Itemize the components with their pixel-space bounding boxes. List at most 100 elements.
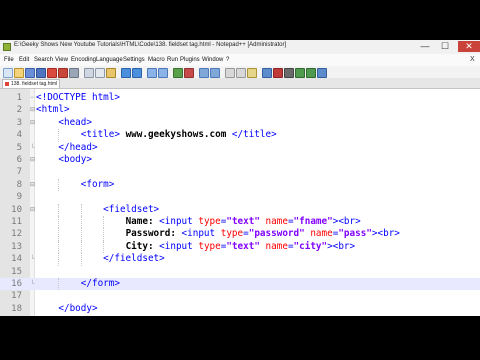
record-macro-icon[interactable]: [273, 68, 283, 78]
code-line[interactable]: 16 └ </form>: [0, 278, 480, 291]
title-bar[interactable]: E:\Geeky Shows New Youtube Tutorials\HTM…: [0, 40, 480, 54]
stop-macro-icon[interactable]: [284, 68, 294, 78]
code-line[interactable]: 7: [0, 166, 480, 178]
code-line[interactable]: 3 ⊟ <head>: [0, 117, 480, 129]
menu-language[interactable]: Language: [96, 57, 123, 63]
code-line[interactable]: 1− <!DOCTYPE html>: [0, 92, 480, 104]
cut-icon[interactable]: [84, 68, 94, 78]
menu-bar: File Edit Search View Encoding Language …: [0, 54, 480, 66]
notepad-window: E:\Geeky Shows New Youtube Tutorials\HTM…: [0, 40, 480, 316]
menu-file[interactable]: File: [4, 57, 14, 63]
save-icon[interactable]: [25, 68, 35, 78]
fold-toggle-icon[interactable]: ⊟: [30, 179, 35, 191]
text-token: www.geekyshows.com: [119, 129, 232, 141]
html-tag-token: </head>: [58, 141, 98, 153]
fold-toggle-icon[interactable]: ⊟: [30, 104, 35, 116]
code-line[interactable]: 18 </body>: [0, 303, 480, 315]
code-line[interactable]: 9: [0, 191, 480, 203]
html-tag-token: </title>: [231, 129, 277, 141]
menu-macro[interactable]: Macro: [148, 57, 165, 63]
code-line[interactable]: 14 └ </fieldset>: [0, 253, 480, 266]
redo-icon[interactable]: [132, 68, 142, 78]
attribute-value-token: "text": [226, 240, 260, 252]
attribute-token: name: [265, 240, 288, 252]
fold-toggle-icon[interactable]: ⊟: [30, 204, 35, 216]
fold-end-icon: └: [30, 256, 35, 263]
code-line[interactable]: 12 Password: <input type="password" name…: [0, 228, 480, 241]
fold-toggle-icon[interactable]: ⊟: [30, 154, 35, 166]
menu-settings[interactable]: Settings: [123, 57, 145, 63]
sync-horizontal-icon[interactable]: [210, 68, 220, 78]
zoom-in-icon[interactable]: [173, 68, 183, 78]
menu-search[interactable]: Search: [34, 57, 53, 63]
menu-encoding[interactable]: Encoding: [71, 57, 96, 63]
code-text: <form>: [36, 179, 115, 191]
code-editor[interactable]: 1− <!DOCTYPE html> 2 ⊟ <html> 3 ⊟ <head> 4 <tit…: [0, 89, 480, 316]
run-macro-multiple-icon[interactable]: [306, 68, 316, 78]
attribute-value-token: "city": [293, 240, 328, 252]
save-macro-icon[interactable]: [317, 68, 327, 78]
indentation: [36, 204, 103, 215]
save-all-icon[interactable]: [36, 68, 46, 78]
menu-window[interactable]: Window: [202, 57, 223, 63]
code-line[interactable]: 15: [0, 266, 480, 278]
tab-138-fieldset[interactable]: 138. fieldset tag.html: [2, 79, 60, 88]
line-number: 11: [11, 217, 22, 227]
close-file-icon[interactable]: [47, 68, 57, 78]
show-all-chars-icon[interactable]: [236, 68, 246, 78]
attribute-token: name: [265, 216, 288, 227]
menu-plugins[interactable]: Plugins: [180, 57, 200, 63]
menu-run[interactable]: Run: [167, 57, 178, 63]
html-tag-token: <head>: [58, 116, 92, 128]
zoom-out-icon[interactable]: [184, 68, 194, 78]
replace-icon[interactable]: [158, 68, 168, 78]
sync-vertical-icon[interactable]: [199, 68, 209, 78]
function-list-icon[interactable]: [262, 68, 272, 78]
notepadpp-app-icon: [3, 43, 11, 51]
paste-icon[interactable]: [106, 68, 116, 78]
code-text: <fieldset>: [36, 204, 159, 216]
code-text: City: <input type="text" name="city"><br…: [36, 240, 356, 253]
print-icon[interactable]: [69, 68, 79, 78]
code-line[interactable]: 11 Name: <input type="text" name="fname"…: [0, 216, 480, 229]
indentation: [36, 216, 126, 227]
line-number: 17: [11, 291, 22, 302]
play-macro-icon[interactable]: [295, 68, 305, 78]
code-line[interactable]: 5 └ </head>: [0, 142, 480, 154]
find-icon[interactable]: [147, 68, 157, 78]
code-line[interactable]: 2 ⊟ <html>: [0, 104, 480, 116]
copy-icon[interactable]: [95, 68, 105, 78]
word-wrap-icon[interactable]: [225, 68, 235, 78]
code-text: <body>: [36, 154, 92, 166]
close-all-icon[interactable]: [58, 68, 68, 78]
code-text: <head>: [36, 117, 92, 129]
undo-icon[interactable]: [121, 68, 131, 78]
code-line[interactable]: 6 ⊟ <body>: [0, 154, 480, 166]
open-file-icon[interactable]: [14, 68, 24, 78]
menu-edit[interactable]: Edit: [19, 57, 29, 63]
fold-toggle-icon[interactable]: ⊟: [30, 117, 35, 129]
fold-toggle-icon[interactable]: −: [30, 92, 34, 104]
line-number: 1: [16, 93, 22, 103]
new-file-icon[interactable]: [3, 68, 13, 78]
code-line[interactable]: 8 ⊟ <form>: [0, 178, 480, 192]
code-line[interactable]: 4 <title> www.geekyshows.com </title>: [0, 129, 480, 142]
close-document-icon[interactable]: X: [470, 56, 475, 63]
html-tag-token: <fieldset>: [103, 203, 160, 215]
line-number: 12: [11, 229, 22, 240]
fold-end-icon: └: [30, 144, 35, 151]
code-line[interactable]: 10 ⊟ <fieldset>: [0, 203, 480, 216]
close-window-button[interactable]: ✕: [458, 41, 480, 52]
code-line[interactable]: 13 City: <input type="text" name="city">…: [0, 240, 480, 254]
line-number: 16: [11, 279, 22, 289]
code-text: <!DOCTYPE html>: [36, 92, 120, 104]
minimize-button[interactable]: —: [416, 41, 434, 52]
indent-guide-icon[interactable]: [247, 68, 257, 78]
menu-help[interactable]: ?: [226, 57, 229, 63]
text-token: Password:: [125, 228, 182, 240]
maximize-button[interactable]: ☐: [436, 41, 454, 52]
line-number: 13: [11, 241, 22, 252]
attribute-value-token: "pass": [338, 228, 372, 240]
code-line[interactable]: 17: [0, 290, 480, 302]
menu-view[interactable]: View: [55, 57, 68, 63]
